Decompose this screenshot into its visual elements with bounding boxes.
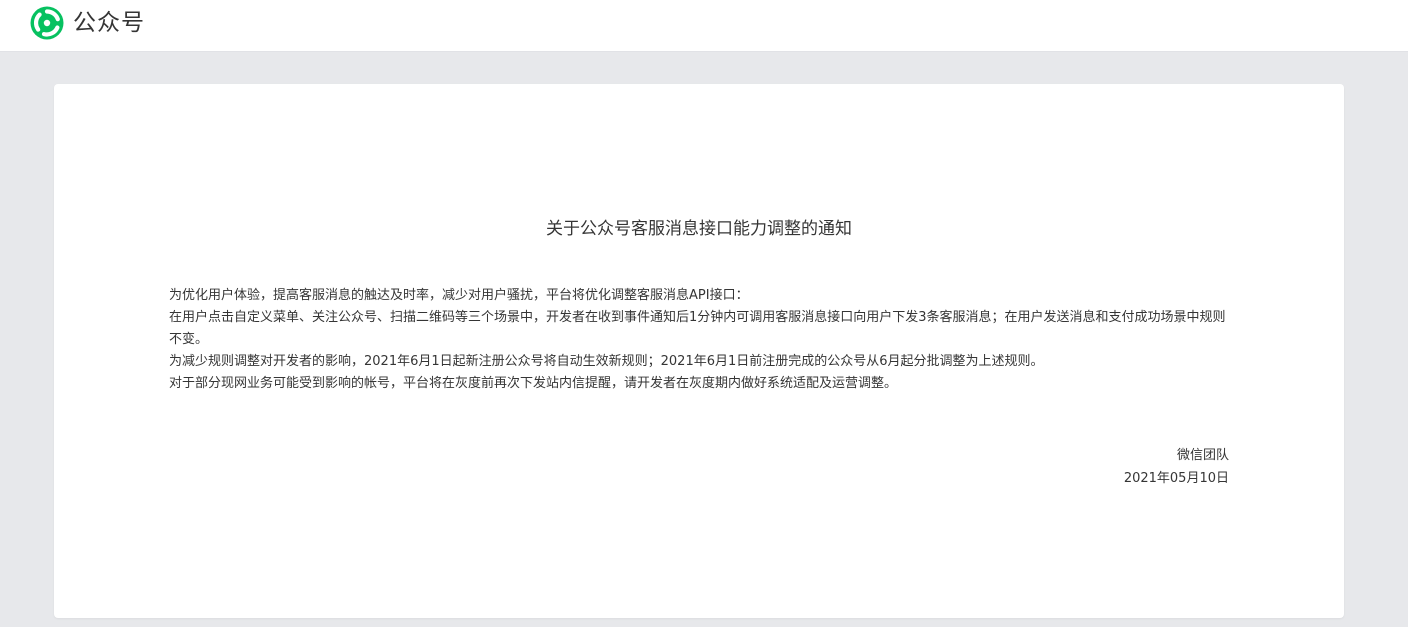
notice-paragraph: 对于部分现网业务可能受到影响的帐号，平台将在灰度前再次下发站内信提醒，请开发者在… — [169, 376, 898, 391]
notice-body: 为优化用户体验，提高客服消息的触达及时率，减少对用户骚扰，平台将优化调整客服消息… — [169, 285, 1229, 395]
notice-paragraph: 在用户点击自定义菜单、关注公众号、扫描二维码等三个场景中，开发者在收到事件通知后… — [169, 310, 1226, 347]
top-header: 公众号 — [0, 0, 1408, 52]
notice-date: 2021年05月10日 — [1123, 471, 1229, 486]
notice-paragraph: 为优化用户体验，提高客服消息的触达及时率，减少对用户骚扰，平台将优化调整客服消息… — [169, 288, 749, 303]
notice-signature-block: 微信团队 2021年05月10日 — [1124, 444, 1229, 490]
notice-signature: 微信团队 — [1176, 448, 1229, 463]
notice-card: 关于公众号客服消息接口能力调整的通知 为优化用户体验，提高客服消息的触达及时率，… — [54, 84, 1344, 618]
notice-title: 关于公众号客服消息接口能力调整的通知 — [546, 219, 852, 239]
notice-paragraph: 为减少规则调整对开发者的影响，2021年6月1日起新注册公众号将自动生效新规则；… — [169, 354, 1044, 369]
logo-link[interactable]: 公众号 — [30, 6, 145, 40]
wechat-official-accounts-logo-icon — [30, 6, 64, 40]
logo-text: 公众号 — [73, 10, 145, 36]
